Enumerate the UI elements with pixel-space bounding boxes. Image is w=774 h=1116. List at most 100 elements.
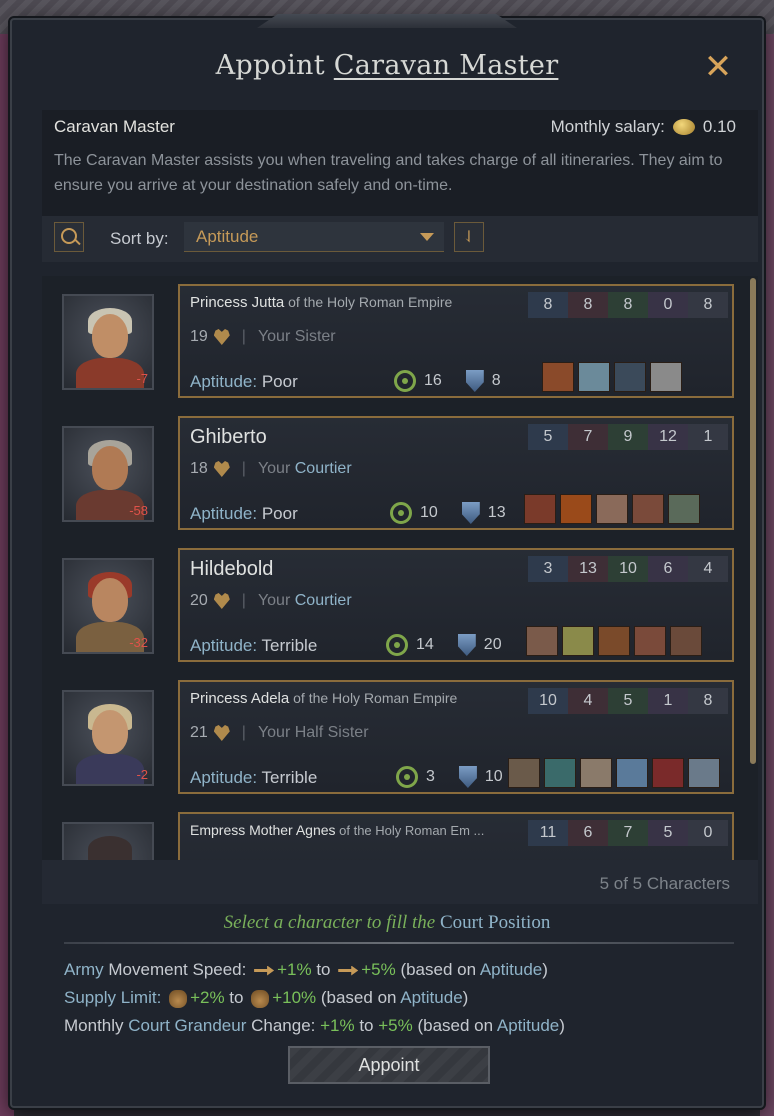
trait-icon — [632, 494, 664, 524]
travel-speed-icon — [386, 634, 408, 656]
skill-martial: 7 — [568, 424, 608, 450]
trait-icon — [668, 494, 700, 524]
title-position-link[interactable]: Caravan Master — [334, 50, 559, 81]
skill-diplomacy: 3 — [528, 556, 568, 582]
portrait[interactable]: -32 — [62, 558, 154, 654]
skill-intrigue: 0 — [648, 292, 688, 318]
character-card[interactable]: -32 Hildebold 20 | Your Courtier Aptitud… — [52, 546, 736, 666]
travel-safety-icon — [458, 766, 477, 788]
portrait[interactable]: -58 — [62, 426, 154, 522]
relation: Your Courtier — [257, 460, 352, 477]
gold-coin-icon — [672, 119, 695, 135]
portrait-opinion: -58 — [129, 503, 148, 518]
portrait-opinion: -2 — [136, 767, 148, 782]
skill-stewardship: 10 — [608, 556, 648, 582]
skill-intrigue: 5 — [648, 820, 688, 846]
skill-martial: 13 — [568, 556, 608, 582]
age-heart-icon — [213, 329, 230, 345]
aptitude: Aptitude: Poor — [190, 504, 298, 523]
search-icon[interactable] — [54, 222, 84, 252]
aptitude: Aptitude: Poor — [190, 372, 298, 391]
travel-safety-icon — [465, 370, 484, 392]
sort-label: Sort by: — [110, 229, 169, 248]
character-panel[interactable]: Empress Mother Agnes of the Holy Roman E… — [178, 812, 734, 862]
trait-icon — [544, 758, 576, 788]
travel-stats: 3 10 — [396, 766, 503, 788]
character-age: 19 | Your Sister — [190, 328, 336, 345]
portrait[interactable]: -7 — [62, 294, 154, 390]
skills-row: 10 4 5 1 8 — [528, 688, 728, 714]
character-name[interactable]: Hildebold — [190, 558, 273, 581]
character-card[interactable]: -58 Ghiberto 18 | Your Courtier Aptitude… — [52, 414, 736, 534]
character-age: 18 | Your Courtier — [190, 460, 352, 477]
effect-army-speed: Army Movement Speed: +1% to +5% (based o… — [64, 960, 548, 979]
relation: Your Half Sister — [257, 724, 369, 741]
effect-court-grandeur: Monthly Court Grandeur Change: +1% to +5… — [64, 1016, 565, 1035]
trait-icon — [634, 626, 666, 656]
skill-stewardship: 8 — [608, 292, 648, 318]
sort-selected-value: Aptitude — [196, 227, 259, 246]
traits-row[interactable] — [526, 626, 702, 656]
travel-stats: 16 8 — [394, 370, 501, 392]
character-card[interactable]: Empress Mother Agnes of the Holy Roman E… — [52, 810, 736, 862]
position-info: Caravan Master Monthly salary: 0.10 The … — [42, 110, 758, 220]
selection-hint: Select a character to fill the Court Pos… — [223, 912, 551, 933]
portrait[interactable]: -2 — [62, 690, 154, 786]
trait-icon — [670, 626, 702, 656]
character-name[interactable]: Princess Adela of the Holy Roman Empire — [190, 690, 457, 707]
age-heart-icon — [213, 461, 230, 477]
age-heart-icon — [213, 593, 230, 609]
trait-icon — [560, 494, 592, 524]
skill-intrigue: 12 — [648, 424, 688, 450]
trait-icon — [616, 758, 648, 788]
trait-icon — [508, 758, 540, 788]
portrait-opinion: -7 — [136, 371, 148, 386]
scrollbar[interactable] — [750, 278, 756, 764]
character-card[interactable]: -2 Princess Adela of the Holy Roman Empi… — [52, 678, 736, 798]
court-position-link[interactable]: Court Position — [440, 912, 550, 933]
skill-learning: 8 — [688, 292, 728, 318]
sort-dropdown[interactable]: Aptitude — [184, 222, 444, 252]
portrait[interactable] — [62, 822, 154, 862]
sort-bar: Sort by: Aptitude ⇃ — [42, 216, 758, 262]
position-effects: Army Movement Speed: +1% to +5% (based o… — [64, 956, 565, 1040]
portrait-opinion: -32 — [129, 635, 148, 650]
supply-sack-icon — [169, 989, 188, 1008]
skills-row: 3 13 10 6 4 — [528, 556, 728, 582]
character-list[interactable]: -7 Princess Jutta of the Holy Roman Empi… — [42, 276, 758, 862]
skill-learning: 8 — [688, 688, 728, 714]
character-panel[interactable]: Princess Adela of the Holy Roman Empire … — [178, 680, 734, 794]
travel-stats: 10 13 — [390, 502, 506, 524]
supply-sack-icon — [251, 989, 270, 1008]
traits-row[interactable] — [524, 494, 700, 524]
character-panel[interactable]: Ghiberto 18 | Your Courtier Aptitude: Po… — [178, 416, 734, 530]
appoint-window: Appoint Caravan Master ✕ Caravan Master … — [10, 14, 764, 1108]
trait-icon — [688, 758, 720, 788]
travel-speed-icon — [390, 502, 412, 524]
character-name[interactable]: Princess Jutta of the Holy Roman Empire — [190, 294, 452, 311]
character-panel[interactable]: Hildebold 20 | Your Courtier Aptitude: T… — [178, 548, 734, 662]
trait-icon — [596, 494, 628, 524]
traits-row[interactable] — [542, 362, 682, 392]
trait-icon — [652, 758, 684, 788]
close-icon[interactable]: ✕ — [700, 50, 736, 86]
traits-row[interactable] — [508, 758, 720, 788]
trait-icon — [526, 626, 558, 656]
salary-value: 0.10 — [702, 117, 736, 136]
skills-row: 11 6 7 5 0 — [528, 820, 728, 846]
aptitude: Aptitude: Terrible — [190, 768, 318, 787]
salary-label: Monthly salary: — [550, 117, 665, 136]
character-name[interactable]: Ghiberto — [190, 426, 267, 449]
character-name[interactable]: Empress Mother Agnes of the Holy Roman E… — [190, 822, 484, 838]
appoint-button[interactable]: Appoint — [288, 1046, 490, 1084]
skill-learning: 0 — [688, 820, 728, 846]
character-card[interactable]: -7 Princess Jutta of the Holy Roman Empi… — [52, 282, 736, 402]
travel-speed-icon — [396, 766, 418, 788]
travel-safety-icon — [461, 502, 480, 524]
skill-intrigue: 1 — [648, 688, 688, 714]
character-panel[interactable]: Princess Jutta of the Holy Roman Empire … — [178, 284, 734, 398]
character-age: 21 | Your Half Sister — [190, 724, 369, 741]
sort-order-icon[interactable]: ⇃ — [454, 222, 484, 252]
character-count: 5 of 5 Characters — [42, 860, 758, 904]
skill-martial: 4 — [568, 688, 608, 714]
